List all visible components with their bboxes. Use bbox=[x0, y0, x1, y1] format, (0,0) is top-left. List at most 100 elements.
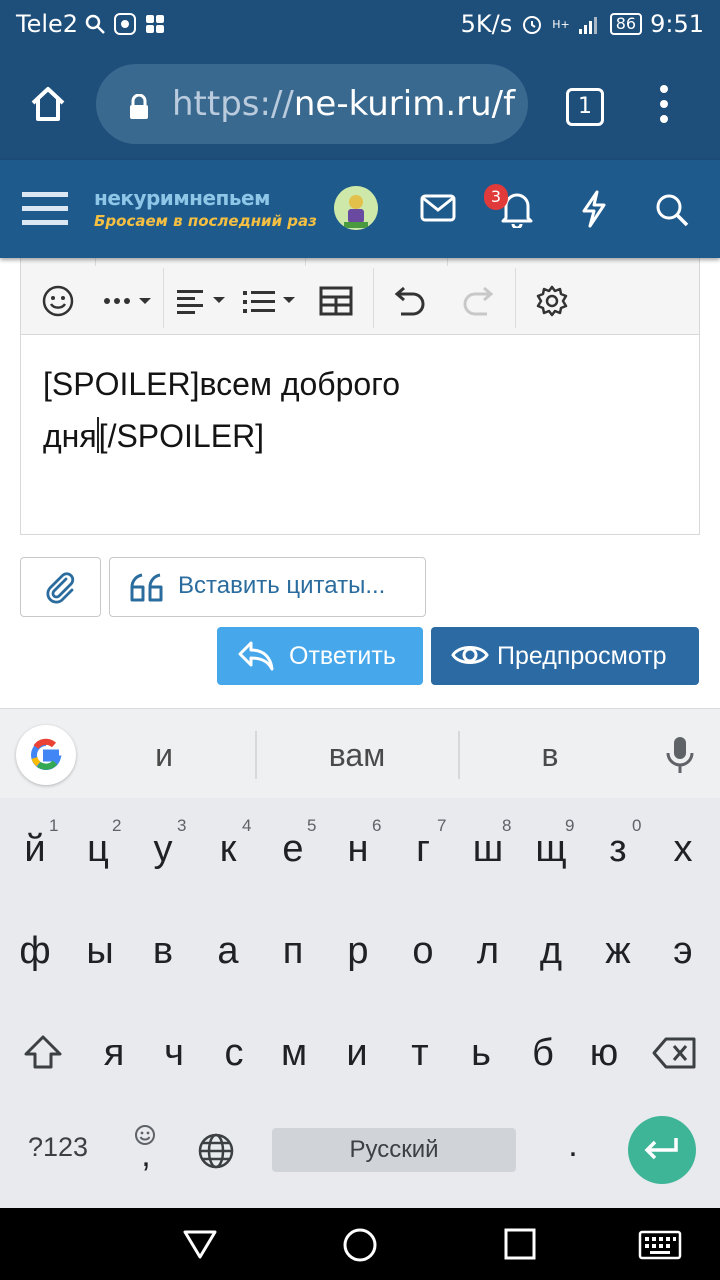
system-nav-bar bbox=[0, 1208, 720, 1280]
key-hint-3: 4 bbox=[242, 816, 252, 835]
more-options-icon[interactable] bbox=[103, 294, 155, 308]
list-icon[interactable] bbox=[243, 288, 299, 316]
symbols-key[interactable]: ?123 bbox=[18, 1132, 98, 1163]
url-text: https://ne-kurim.ru/f bbox=[172, 84, 516, 124]
status-bar: Tele2 5K/s H+ 86 9:51 bbox=[0, 0, 720, 50]
enter-icon bbox=[642, 1136, 682, 1164]
reply-label: Ответить bbox=[289, 642, 396, 670]
key-row2-6[interactable]: о bbox=[393, 930, 453, 973]
network-type: H+ bbox=[552, 17, 570, 31]
tab-switcher-button[interactable]: 1 bbox=[566, 88, 604, 126]
key-row3-2[interactable]: с bbox=[204, 1032, 264, 1075]
key-hint-0: 1 bbox=[49, 816, 59, 835]
back-icon[interactable] bbox=[182, 1228, 218, 1260]
key-hint-4: 5 bbox=[307, 816, 317, 835]
comma-key[interactable]: , bbox=[116, 1136, 176, 1175]
quote-icon bbox=[130, 572, 166, 602]
keyboard: ?123 , Русский . йцукенгшщзхфывапролджэя… bbox=[0, 798, 720, 1208]
space-key[interactable]: Русский bbox=[272, 1128, 516, 1172]
search-icon[interactable] bbox=[654, 192, 690, 228]
align-icon[interactable] bbox=[177, 288, 229, 316]
menu-dots-icon[interactable] bbox=[650, 82, 678, 126]
attach-button[interactable] bbox=[20, 557, 101, 617]
message-editor: [SPOILER]всем доброго дня[/SPOILER] bbox=[20, 258, 700, 535]
hamburger-icon[interactable] bbox=[22, 190, 68, 228]
preview-button[interactable]: Предпросмотр bbox=[431, 627, 699, 685]
key-row3-1[interactable]: ч bbox=[144, 1032, 204, 1075]
keyboard-toggle-icon[interactable] bbox=[638, 1230, 682, 1260]
period-key[interactable]: . bbox=[543, 1126, 603, 1165]
key-row3-6[interactable]: ь bbox=[451, 1032, 511, 1075]
recents-icon[interactable] bbox=[504, 1228, 536, 1260]
key-row3-7[interactable]: б bbox=[513, 1032, 573, 1075]
eye-icon bbox=[451, 641, 489, 669]
mail-icon[interactable] bbox=[420, 194, 456, 222]
shift-icon[interactable] bbox=[22, 1034, 64, 1070]
microphone-icon[interactable] bbox=[664, 735, 696, 775]
key-row3-5[interactable]: т bbox=[390, 1032, 450, 1075]
network-speed: 5K/s bbox=[460, 10, 513, 38]
key-row2-5[interactable]: р bbox=[328, 930, 388, 973]
preview-label: Предпросмотр bbox=[497, 642, 667, 670]
keyboard-suggestion-bar: и вам в bbox=[0, 708, 720, 799]
search-icon bbox=[84, 13, 106, 35]
carrier-label: Tele2 bbox=[16, 10, 79, 38]
key-hint-1: 2 bbox=[112, 816, 122, 835]
editor-line-1: [SPOILER]всем доброго bbox=[43, 366, 400, 402]
suggestion-1[interactable]: и bbox=[74, 737, 254, 774]
editor-text[interactable]: [SPOILER]всем доброго дня[/SPOILER] bbox=[43, 358, 400, 462]
key-row2-4[interactable]: п bbox=[263, 930, 323, 973]
reply-icon bbox=[237, 639, 275, 673]
key-hint-8: 9 bbox=[565, 816, 575, 835]
lightning-icon[interactable] bbox=[580, 190, 608, 228]
suggestion-3[interactable]: в bbox=[460, 737, 640, 774]
insert-quotes-label: Вставить цитаты... bbox=[178, 572, 386, 599]
home-icon[interactable] bbox=[28, 84, 68, 124]
insert-quotes-button[interactable]: Вставить цитаты... bbox=[109, 557, 426, 617]
key-row2-9[interactable]: ж bbox=[588, 930, 648, 973]
site-logo-subtitle: Бросаем в последний раз bbox=[94, 212, 317, 230]
reply-button[interactable]: Ответить bbox=[217, 627, 423, 685]
alarm-icon bbox=[520, 12, 544, 36]
enter-key[interactable] bbox=[628, 1116, 696, 1184]
table-icon[interactable] bbox=[319, 286, 353, 316]
settings-gear-icon[interactable] bbox=[535, 284, 569, 318]
home-nav-icon[interactable] bbox=[342, 1227, 378, 1263]
apps-icon bbox=[144, 13, 166, 35]
time: 9:51 bbox=[650, 10, 704, 38]
key-hint-6: 7 bbox=[437, 816, 447, 835]
paperclip-icon bbox=[43, 570, 77, 604]
site-logo-title[interactable]: некуримнепьем bbox=[94, 186, 270, 210]
undo-icon[interactable] bbox=[391, 284, 427, 318]
backspace-icon[interactable] bbox=[652, 1036, 698, 1070]
key-row2-2[interactable]: в bbox=[133, 930, 193, 973]
redo-icon[interactable] bbox=[461, 284, 497, 318]
lock-icon bbox=[128, 94, 150, 120]
key-row1-10[interactable]: х bbox=[653, 828, 713, 871]
signal-icon bbox=[578, 13, 602, 35]
key-hint-9: 0 bbox=[632, 816, 642, 835]
key-row2-10[interactable]: э bbox=[653, 930, 713, 973]
emoji-icon[interactable] bbox=[41, 284, 75, 318]
key-row2-8[interactable]: д bbox=[521, 930, 581, 973]
suggestion-2[interactable]: вам bbox=[256, 737, 458, 774]
key-row2-1[interactable]: ы bbox=[70, 930, 130, 973]
key-row2-3[interactable]: а bbox=[198, 930, 258, 973]
browser-toolbar: https://ne-kurim.ru/f 1 bbox=[0, 50, 720, 160]
notification-badge: 3 bbox=[484, 184, 508, 210]
screenshot-app-icon bbox=[112, 11, 138, 37]
url-bar[interactable]: https://ne-kurim.ru/f bbox=[96, 64, 528, 144]
key-row3-0[interactable]: я bbox=[84, 1032, 144, 1075]
key-row3-8[interactable]: ю bbox=[574, 1032, 634, 1075]
key-row2-7[interactable]: л bbox=[458, 930, 518, 973]
key-row2-0[interactable]: ф bbox=[5, 930, 65, 973]
avatar[interactable] bbox=[334, 186, 378, 230]
google-icon[interactable] bbox=[16, 725, 76, 785]
key-row3-3[interactable]: м bbox=[264, 1032, 324, 1075]
key-hint-5: 6 bbox=[372, 816, 382, 835]
key-hint-2: 3 bbox=[177, 816, 187, 835]
globe-icon[interactable] bbox=[197, 1132, 235, 1170]
key-row3-4[interactable]: и bbox=[327, 1032, 387, 1075]
editor-line-2: дня[/SPOILER] bbox=[43, 417, 265, 454]
site-header: некуримнепьем Бросаем в последний раз 3 bbox=[0, 160, 720, 258]
